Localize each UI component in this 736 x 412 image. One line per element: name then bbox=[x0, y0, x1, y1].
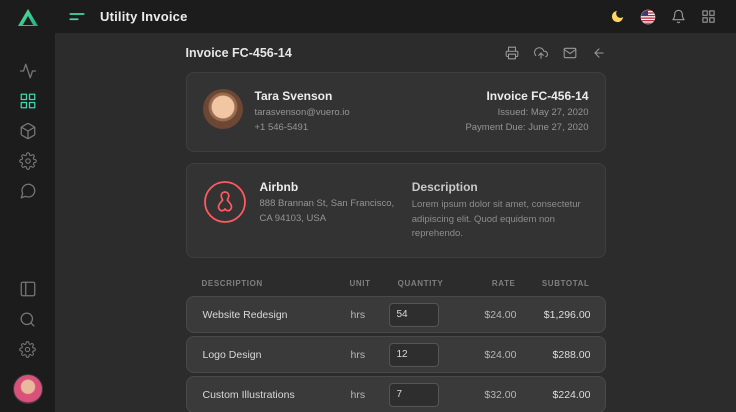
company-block: Airbnb 888 Brannan St, San Francisco, CA… bbox=[203, 180, 406, 241]
item-unit: hrs bbox=[351, 309, 389, 321]
quantity-input[interactable] bbox=[389, 383, 439, 407]
preferences-gear-icon[interactable] bbox=[19, 334, 36, 364]
invoice-meta: Invoice FC-456-14 Issued: May 27, 2020 P… bbox=[465, 89, 588, 135]
table-row: Website Redesign hrs $24.00 $1,296.00 bbox=[186, 296, 606, 333]
col-rate: Rate bbox=[454, 279, 516, 288]
app-title: Utility Invoice bbox=[100, 9, 188, 24]
item-subtotal: $288.00 bbox=[517, 349, 591, 361]
client-invoice-card: Tara Svenson tarasvenson@vuero.io +1 546… bbox=[186, 72, 606, 152]
user-avatar[interactable] bbox=[13, 374, 43, 404]
item-rate: $32.00 bbox=[455, 389, 517, 401]
cloud-upload-icon[interactable] bbox=[534, 46, 548, 60]
sidebar bbox=[0, 0, 55, 412]
airbnb-logo-icon bbox=[203, 180, 247, 224]
sidebar-item-messages[interactable] bbox=[19, 176, 37, 206]
sidebar-panel-icon[interactable] bbox=[19, 274, 37, 304]
sidebar-item-activity[interactable] bbox=[19, 56, 37, 86]
table-row: Custom Illustrations hrs $32.00 $224.00 bbox=[186, 376, 606, 412]
table-row: Logo Design hrs $24.00 $288.00 bbox=[186, 336, 606, 373]
company-description-card: Airbnb 888 Brannan St, San Francisco, CA… bbox=[186, 163, 606, 258]
menu-toggle-icon[interactable] bbox=[68, 8, 86, 26]
invoice-actions bbox=[505, 46, 606, 60]
invoice-payment-due: Payment Due: June 27, 2020 bbox=[465, 121, 588, 136]
client-email: tarasvenson@vuero.io bbox=[255, 106, 350, 121]
item-rate: $24.00 bbox=[455, 309, 517, 321]
invoice-number: Invoice FC-456-14 bbox=[465, 89, 588, 103]
dark-mode-moon-icon[interactable] bbox=[610, 9, 625, 24]
invoice-issued: Issued: May 27, 2020 bbox=[465, 106, 588, 121]
sidebar-item-dashboards[interactable] bbox=[19, 86, 37, 116]
topbar-actions bbox=[610, 9, 716, 25]
client-block: Tara Svenson tarasvenson@vuero.io +1 546… bbox=[203, 89, 350, 135]
col-description: Description bbox=[202, 279, 350, 288]
description-title: Description bbox=[412, 180, 589, 194]
company-address-line2: CA 94103, USA bbox=[260, 212, 395, 227]
client-name: Tara Svenson bbox=[255, 89, 350, 103]
item-subtotal: $1,296.00 bbox=[517, 309, 591, 321]
mail-icon[interactable] bbox=[563, 46, 577, 60]
company-address-line1: 888 Brannan St, San Francisco, bbox=[260, 197, 395, 212]
item-rate: $24.00 bbox=[455, 349, 517, 361]
items-table-header: Description Unit Quantity Rate Subtotal bbox=[186, 269, 606, 296]
apps-grid-icon[interactable] bbox=[701, 9, 716, 24]
item-unit: hrs bbox=[351, 389, 389, 401]
item-description: Website Redesign bbox=[203, 309, 351, 321]
item-description: Logo Design bbox=[203, 349, 351, 361]
page-header: Invoice FC-456-14 bbox=[186, 46, 606, 60]
back-arrow-icon[interactable] bbox=[592, 46, 606, 60]
sidebar-item-components[interactable] bbox=[19, 116, 37, 146]
sidebar-item-settings[interactable] bbox=[19, 146, 37, 176]
topbar: Utility Invoice bbox=[0, 0, 736, 33]
app-logo-icon[interactable] bbox=[16, 6, 40, 30]
main-content: Invoice FC-456-14 bbox=[55, 33, 736, 412]
company-name: Airbnb bbox=[260, 180, 395, 194]
notifications-bell-icon[interactable] bbox=[671, 9, 686, 24]
client-avatar bbox=[203, 89, 243, 129]
quantity-input[interactable] bbox=[389, 303, 439, 327]
description-block: Description Lorem ipsum dolor sit amet, … bbox=[406, 180, 589, 241]
language-flag-icon[interactable] bbox=[640, 9, 656, 25]
col-unit: Unit bbox=[350, 279, 388, 288]
print-icon[interactable] bbox=[505, 46, 519, 60]
quantity-input[interactable] bbox=[389, 343, 439, 367]
col-subtotal: Subtotal bbox=[516, 279, 590, 288]
item-description: Custom Illustrations bbox=[203, 389, 351, 401]
item-subtotal: $224.00 bbox=[517, 389, 591, 401]
client-phone: +1 546-5491 bbox=[255, 121, 350, 136]
page-title: Invoice FC-456-14 bbox=[186, 46, 292, 60]
item-unit: hrs bbox=[351, 349, 389, 361]
col-quantity: Quantity bbox=[388, 279, 454, 288]
description-text: Lorem ipsum dolor sit amet, consectetur … bbox=[412, 198, 589, 241]
search-icon[interactable] bbox=[19, 304, 36, 334]
